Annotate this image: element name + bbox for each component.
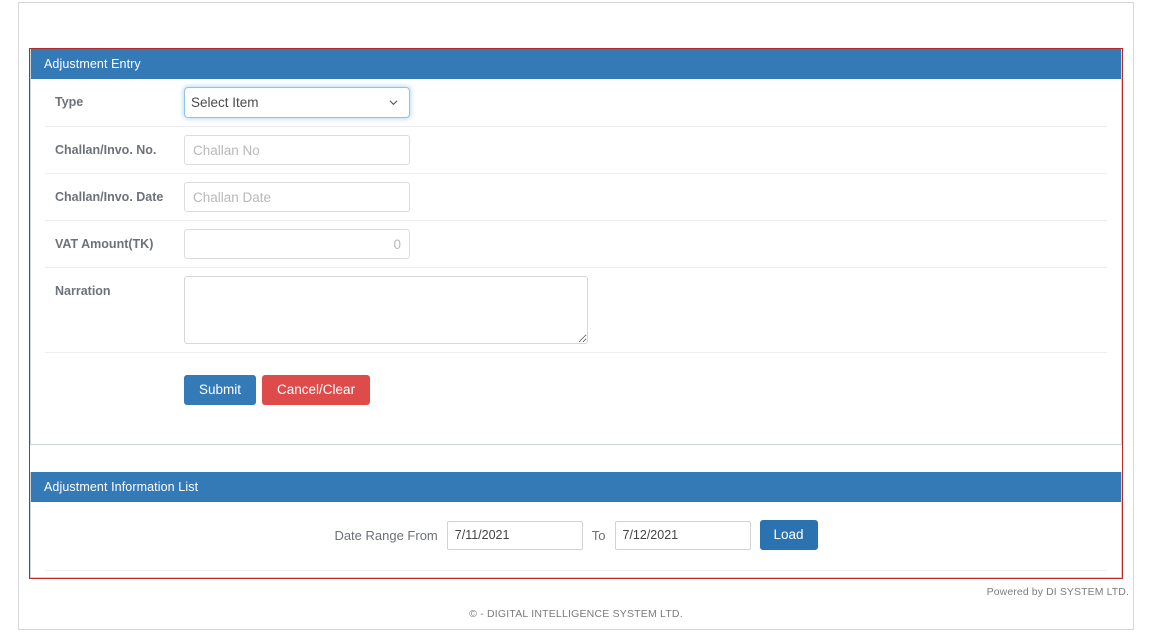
form-row-challan-date: Challan/Invo. Date — [45, 174, 1107, 221]
copyright-text: © - DIGITAL INTELLIGENCE SYSTEM LTD. — [469, 608, 683, 620]
label-vat-amount: VAT Amount(TK) — [55, 237, 154, 251]
label-challan-no: Challan/Invo. No. — [55, 143, 157, 157]
form-row-vat-amount: VAT Amount(TK) — [45, 221, 1107, 268]
type-select-wrapper: Select Item — [184, 87, 410, 118]
label-actions-spacer — [45, 353, 184, 369]
date-range-to-input[interactable] — [614, 520, 751, 550]
adjustment-information-list-panel: Adjustment Information List Date Range F… — [30, 472, 1122, 578]
field-vat-amount — [184, 221, 1107, 267]
form-row-challan-no: Challan/Invo. No. — [45, 127, 1107, 174]
adjustment-list-body: Date Range From To Load — [31, 502, 1121, 571]
adjustment-container: Adjustment Entry Type Select Item Challa… — [29, 48, 1123, 579]
narration-textarea[interactable] — [184, 276, 588, 344]
field-actions: Submit Cancel/Clear — [184, 353, 1107, 429]
adjustment-entry-form: Type Select Item Challan/Invo. No. Chall… — [31, 79, 1121, 429]
powered-by-text: Powered by DI SYSTEM LTD. — [986, 586, 1129, 598]
form-row-narration: Narration — [45, 268, 1107, 353]
challan-date-input[interactable] — [184, 182, 410, 212]
field-narration — [184, 268, 1107, 352]
date-range-filter-row: Date Range From To Load — [45, 502, 1107, 571]
adjustment-entry-panel: Adjustment Entry Type Select Item Challa… — [30, 49, 1122, 445]
cancel-clear-button[interactable]: Cancel/Clear — [262, 375, 371, 405]
label-date-range-to: To — [591, 527, 606, 543]
label-narration: Narration — [55, 284, 111, 298]
type-select[interactable]: Select Item — [184, 87, 410, 118]
challan-no-input[interactable] — [184, 135, 410, 165]
label-challan-date: Challan/Invo. Date — [55, 190, 164, 204]
submit-button[interactable]: Submit — [184, 375, 257, 405]
field-challan-date — [184, 174, 1107, 220]
adjustment-entry-panel-title: Adjustment Entry — [31, 49, 1121, 79]
field-type: Select Item — [184, 79, 1107, 126]
adjustment-information-list-panel-title: Adjustment Information List — [31, 472, 1121, 502]
page-frame: Adjustment Entry Type Select Item Challa… — [18, 2, 1134, 630]
label-type: Type — [55, 95, 84, 109]
form-row-type: Type Select Item — [45, 79, 1107, 127]
label-date-range-from: Date Range From — [334, 527, 438, 543]
action-button-row: Submit Cancel/Clear — [184, 361, 1107, 421]
vat-amount-input[interactable] — [184, 229, 410, 259]
date-range-from-input[interactable] — [446, 520, 583, 550]
load-button[interactable]: Load — [759, 520, 818, 550]
form-row-actions: Submit Cancel/Clear — [45, 353, 1107, 429]
field-challan-no — [184, 127, 1107, 173]
